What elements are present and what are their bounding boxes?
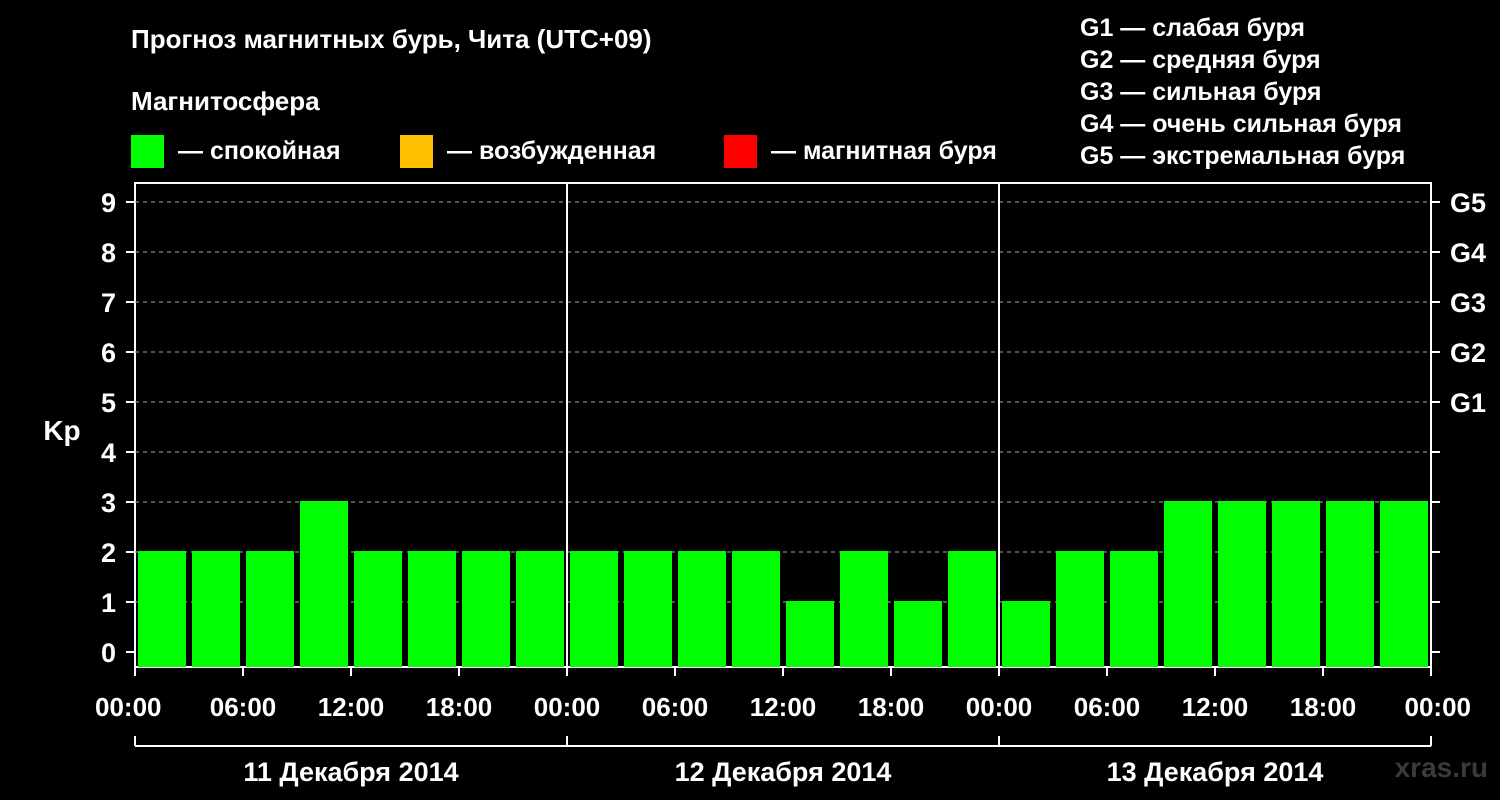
- day-label: 12 Декабря 2014: [675, 757, 892, 787]
- x-tick-label: 12:00: [750, 692, 817, 722]
- bar: [516, 551, 564, 667]
- y-tick-label: 3: [101, 488, 116, 518]
- bar: [624, 551, 672, 667]
- bar: [840, 551, 888, 667]
- x-tick-label: 12:00: [1182, 692, 1249, 722]
- bar: [894, 601, 942, 667]
- y-tick-label: 7: [101, 288, 116, 318]
- bar: [1110, 551, 1158, 667]
- y-axis-label: Kp: [43, 415, 80, 446]
- y-tick-label: 6: [101, 338, 116, 368]
- bar: [948, 551, 996, 667]
- y-tick-label: 5: [101, 388, 116, 418]
- x-tick-label: 18:00: [858, 692, 925, 722]
- bar: [570, 551, 618, 667]
- x-tick-label: 00:00: [534, 692, 601, 722]
- bar: [1380, 501, 1428, 667]
- g-tick-label: G5: [1450, 188, 1486, 218]
- y-tick-label: 4: [101, 438, 116, 468]
- bar: [354, 551, 402, 667]
- x-tick-label: 00:00: [95, 692, 162, 722]
- y-tick-label: 0: [101, 638, 116, 668]
- bar: [192, 551, 240, 667]
- bar: [1056, 551, 1104, 667]
- x-tick-label: 12:00: [318, 692, 385, 722]
- x-tick-label: 06:00: [1074, 692, 1141, 722]
- x-tick-label: 00:00: [1405, 692, 1472, 722]
- y-tick-label: 2: [101, 538, 116, 568]
- bar: [732, 551, 780, 667]
- bar: [246, 551, 294, 667]
- day-label: 13 Декабря 2014: [1107, 757, 1324, 787]
- y-tick-label: 1: [101, 588, 116, 618]
- bar: [408, 551, 456, 667]
- y-tick-label: 8: [101, 238, 116, 268]
- g-tick-label: G3: [1450, 288, 1486, 318]
- g-tick-label: G1: [1450, 388, 1486, 418]
- g-tick-label: G2: [1450, 338, 1486, 368]
- bar: [1002, 601, 1050, 667]
- x-tick-label: 18:00: [426, 692, 493, 722]
- kp-chart: 0 1 2 3 4 5 6 7 8 9 G1 G2 G3 G4 G5 Kp 00:00 06:00 12:00 18:…: [43, 182, 1486, 787]
- bar: [786, 601, 834, 667]
- x-tick-label: 00:00: [966, 692, 1033, 722]
- bar: [1272, 501, 1320, 667]
- bar: [300, 501, 348, 667]
- day-label: 11 Декабря 2014: [243, 757, 458, 787]
- x-tick-label: 06:00: [642, 692, 709, 722]
- x-tick-label: 06:00: [210, 692, 277, 722]
- x-tick-label: 18:00: [1290, 692, 1357, 722]
- bar: [1164, 501, 1212, 667]
- watermark: xras.ru: [1394, 752, 1488, 783]
- bar: [1326, 501, 1374, 667]
- bar: [462, 551, 510, 667]
- y-tick-label: 9: [101, 188, 116, 218]
- bar: [138, 551, 186, 667]
- bar: [1218, 501, 1266, 667]
- g-tick-label: G4: [1450, 238, 1486, 268]
- bar: [678, 551, 726, 667]
